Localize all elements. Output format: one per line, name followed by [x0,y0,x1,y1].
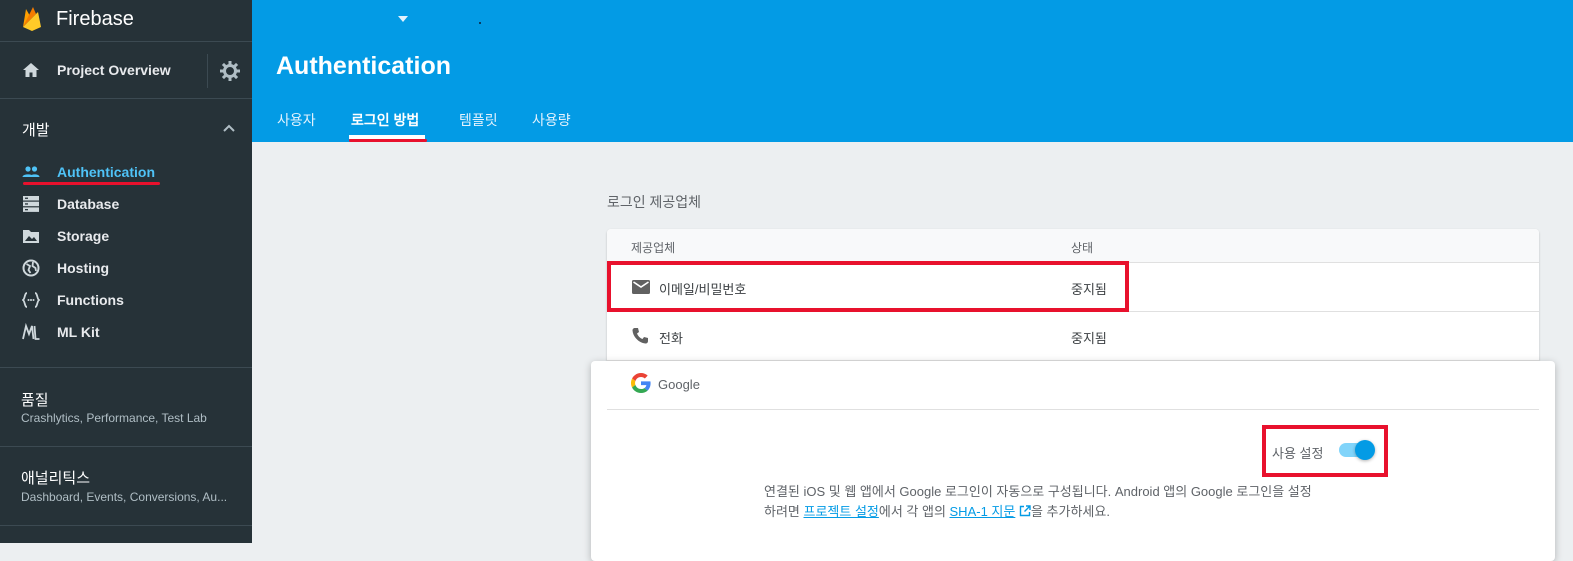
storage-icon [23,230,39,243]
header: Authentication [252,0,1573,142]
sidebar-item-label: Authentication [57,164,155,180]
chevron-up-icon[interactable] [222,121,236,135]
google-icon [631,373,651,393]
divider [0,367,252,368]
sidebar: Firebase Project Overview 개발 Authenticat… [0,0,252,543]
sidebar-item-label: Functions [57,292,124,308]
sidebar-item-label: Storage [57,228,110,244]
develop-section-title[interactable]: 개발 [22,119,50,140]
dot [479,22,481,24]
sidebar-item-storage[interactable]: Storage [0,221,252,251]
sidebar-item-functions[interactable]: Functions [0,285,252,315]
phone-icon [632,328,648,344]
divider [0,446,252,447]
analytics-section-title[interactable]: 애널리틱스 [21,467,90,488]
quality-section-subtitle: Crashlytics, Performance, Test Lab [21,411,207,425]
highlight-underline [349,139,427,142]
description-text: 을 추가하세요. [1030,504,1110,519]
provider-status: 중지됨 [1071,331,1107,346]
provider-row-phone[interactable]: 전화 중지됨 [607,312,1539,361]
project-overview-label: Project Overview [57,62,171,78]
people-icon [22,166,40,177]
analytics-section-subtitle: Dashboard, Events, Conversions, Au... [21,490,228,504]
tab-sign-in-method[interactable]: 로그인 방법 [351,110,419,130]
sidebar-item-hosting[interactable]: Hosting [0,253,252,283]
sidebar-item-label: ML Kit [57,324,100,340]
divider [0,98,252,99]
sha1-fingerprint-link[interactable]: SHA-1 지문 [950,504,1016,519]
description-text: 연결된 iOS 및 웹 앱에서 Google 로그인이 자동으로 구성됩니다. … [764,484,1312,499]
brand-name: Firebase [56,8,134,30]
database-icon [23,196,39,212]
quality-section-title[interactable]: 품질 [21,389,49,410]
project-overview[interactable]: Project Overview [0,50,252,90]
globe-icon [22,259,40,277]
highlight-box [1262,425,1388,477]
tab-templates[interactable]: 템플릿 [459,110,498,130]
sidebar-item-label: Hosting [57,260,110,276]
sidebar-item-label: Database [57,196,120,212]
brand[interactable]: Firebase [0,0,252,40]
google-provider-panel: Google 사용 설정 연결된 iOS 및 웹 앱에서 Google 로그인이… [591,361,1555,561]
description-text: 하려면 [764,504,804,519]
sidebar-item-mlkit[interactable]: ML Kit [0,317,252,347]
divider [0,41,252,42]
divider [0,525,252,526]
provider-name: 전화 [659,331,683,346]
tab-users[interactable]: 사용자 [277,110,316,130]
functions-icon [22,292,40,308]
external-link-icon[interactable] [1019,505,1031,517]
provider-name: Google [658,377,700,392]
google-description: 연결된 iOS 및 웹 앱에서 Google 로그인이 자동으로 구성됩니다. … [764,482,1404,522]
home-icon [23,63,39,77]
sidebar-item-database[interactable]: Database [0,189,252,219]
table-header: 제공업체 상태 [607,229,1539,263]
gear-icon[interactable] [220,61,240,81]
page-title: Authentication [276,52,451,80]
project-settings-link[interactable]: 프로젝트 설정 [804,504,879,519]
column-header-provider: 제공업체 [631,241,676,255]
firebase-logo-icon [23,7,41,31]
column-header-status: 상태 [1071,241,1094,255]
divider [207,54,208,88]
mlkit-icon [22,323,40,340]
providers-section-title: 로그인 제공업체 [607,194,702,210]
tab-usage[interactable]: 사용량 [532,110,571,130]
project-dropdown-icon[interactable] [398,16,408,22]
highlight-box [607,261,1129,312]
highlight-underline [23,182,160,185]
divider [607,409,1539,410]
description-text: 에서 각 앱의 [878,504,950,519]
